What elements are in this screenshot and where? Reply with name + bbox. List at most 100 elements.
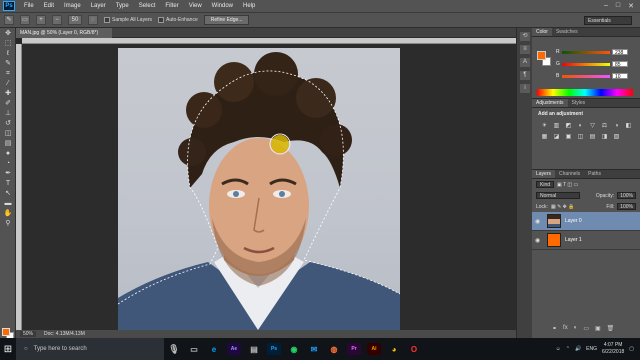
lasso-tool-icon[interactable]: ℓ — [2, 49, 14, 58]
gradient-map-icon[interactable]: ▧ — [612, 133, 621, 141]
whatsapp-icon[interactable]: ◉ — [287, 343, 301, 355]
brightness-contrast-icon[interactable]: ☀ — [540, 122, 549, 130]
quick-selection-tool-icon[interactable]: ✎ — [2, 59, 14, 68]
minimize-button[interactable]: – — [604, 2, 608, 10]
color-balance-icon[interactable]: ◑ — [612, 122, 621, 130]
edge-icon[interactable]: e — [207, 343, 221, 355]
tab-styles[interactable]: Styles — [568, 99, 590, 107]
menu-window[interactable]: Window — [207, 3, 238, 9]
properties-icon[interactable]: ≡ — [520, 45, 530, 54]
black-white-icon[interactable]: ◧ — [624, 122, 633, 130]
windows-start-icon[interactable]: ⊞ — [0, 338, 16, 360]
refine-edge-button[interactable]: Refine Edge... — [203, 15, 250, 25]
language-indicator[interactable]: ENG — [586, 346, 597, 352]
type-tool-icon[interactable]: T — [2, 179, 14, 188]
layer-name[interactable]: Layer 1 — [565, 237, 582, 243]
document-size[interactable]: Doc: 4.13M/4.13M — [44, 331, 85, 337]
menu-type[interactable]: Type — [111, 3, 134, 9]
color-panel-foreground-swatch[interactable] — [537, 51, 546, 60]
tab-layers[interactable]: Layers — [532, 170, 556, 178]
hue-saturation-icon[interactable]: ⚖ — [600, 122, 609, 130]
dodge-tool-icon[interactable]: ◔ — [2, 159, 14, 168]
opera-icon[interactable]: O — [407, 343, 421, 355]
photo-filter-icon[interactable]: ▦ — [540, 133, 549, 141]
after-effects-taskbar-icon[interactable]: Ae — [227, 343, 241, 355]
foreground-color-swatch[interactable] — [2, 328, 10, 336]
move-tool-icon[interactable]: ✥ — [2, 29, 14, 38]
menu-file[interactable]: File — [19, 3, 39, 9]
notifications-icon[interactable]: ▢ — [629, 346, 634, 352]
menu-view[interactable]: View — [184, 3, 207, 9]
menu-help[interactable]: Help — [238, 3, 260, 9]
messenger-icon[interactable]: ✉ — [307, 343, 321, 355]
lock-icons[interactable]: ▦ ✎ ✥ 🔒 — [551, 204, 575, 210]
red-value-input[interactable]: 238 — [612, 49, 628, 56]
history-icon[interactable]: ⟲ — [520, 32, 530, 41]
posterize-icon[interactable]: ▤ — [588, 133, 597, 141]
visibility-eye-icon[interactable]: ◉ — [535, 218, 543, 225]
tab-paths[interactable]: Paths — [584, 170, 605, 178]
green-value-input[interactable]: 85 — [612, 61, 628, 68]
adjustment-layer-icon[interactable]: ◐ — [574, 325, 578, 333]
marquee-tool-icon[interactable]: ⬚ — [2, 39, 14, 48]
auto-enhance-checkbox[interactable]: Auto-Enhance — [158, 17, 198, 23]
quick-selection-tool-icon[interactable]: ✎ — [4, 15, 14, 25]
menu-select[interactable]: Select — [134, 3, 161, 9]
illustrator-taskbar-icon[interactable]: Ai — [367, 343, 381, 355]
healing-brush-tool-icon[interactable]: ✚ — [2, 89, 14, 98]
photoshop-taskbar-icon[interactable]: Ps — [267, 343, 281, 355]
info-icon[interactable]: i — [520, 84, 530, 93]
document-tab[interactable]: MAN.jpg @ 50% (Layer 0, RGB/8*) — [16, 28, 112, 38]
task-view-icon[interactable]: ▭ — [187, 343, 201, 355]
menu-filter[interactable]: Filter — [160, 3, 183, 9]
link-layers-icon[interactable]: ⚭ — [552, 325, 557, 333]
channel-mixer-icon[interactable]: ◪ — [552, 133, 561, 141]
clock[interactable]: 4:07 PM 6/22/2018 — [602, 342, 624, 356]
add-to-selection-icon[interactable]: + — [36, 15, 46, 25]
history-brush-tool-icon[interactable]: ↺ — [2, 119, 14, 128]
blur-tool-icon[interactable]: ● — [2, 149, 14, 158]
new-group-icon[interactable]: ▭ — [583, 325, 589, 333]
green-slider[interactable] — [562, 62, 610, 66]
fill-input[interactable]: 100% — [617, 203, 636, 210]
shape-tool-icon[interactable]: ▬ — [2, 199, 14, 208]
color-lookup-icon[interactable]: ▣ — [564, 133, 573, 141]
threshold-icon[interactable]: ◨ — [600, 133, 609, 141]
clone-stamp-tool-icon[interactable]: ⊥ — [2, 109, 14, 118]
maximize-button[interactable]: □ — [616, 2, 620, 10]
new-layer-icon[interactable]: ▣ — [595, 325, 601, 333]
character-icon[interactable]: A — [520, 58, 530, 67]
firefox-icon[interactable]: ◍ — [327, 343, 341, 355]
path-selection-tool-icon[interactable]: ↖ — [2, 189, 14, 198]
invert-icon[interactable]: ◫ — [576, 133, 585, 141]
tab-channels[interactable]: Channels — [555, 170, 584, 178]
pen-tool-icon[interactable]: ✒ — [2, 169, 14, 178]
hand-tool-icon[interactable]: ✋ — [2, 209, 14, 218]
taskbar-search[interactable]: ○ Type here to search — [16, 338, 164, 360]
microphone-icon[interactable]: 🎙 — [167, 343, 181, 355]
brush-size-picker[interactable]: 50 — [68, 15, 82, 25]
visibility-eye-icon[interactable]: ◉ — [535, 237, 543, 244]
exposure-icon[interactable]: ◐ — [576, 122, 585, 130]
tab-adjustments[interactable]: Adjustments — [532, 99, 568, 107]
chrome-icon[interactable]: ◕ — [387, 343, 401, 355]
document-canvas-image[interactable] — [118, 48, 400, 330]
zoom-level[interactable]: 50% — [20, 331, 37, 337]
zoom-tool-icon[interactable]: ⚲ — [2, 219, 14, 228]
tab-swatches[interactable]: Swatches — [552, 28, 582, 36]
sample-all-layers-checkbox[interactable]: Sample All Layers — [104, 17, 152, 23]
eraser-tool-icon[interactable]: ◫ — [2, 129, 14, 138]
brush-settings-icon[interactable]: ◌ — [88, 15, 98, 25]
curves-icon[interactable]: ◩ — [564, 122, 573, 130]
menu-layer[interactable]: Layer — [86, 3, 111, 9]
layer-name[interactable]: Layer 0 — [565, 218, 582, 224]
new-selection-icon[interactable]: ▭ — [20, 15, 30, 25]
subtract-from-selection-icon[interactable]: − — [52, 15, 62, 25]
workspace-select[interactable]: Essentials — [584, 15, 632, 25]
premiere-taskbar-icon[interactable]: Pr — [347, 343, 361, 355]
brush-tool-icon[interactable]: ✐ — [2, 99, 14, 108]
folder-icon[interactable]: ▤ — [247, 343, 261, 355]
layer-row-layer-0[interactable]: ◉ Layer 0 — [532, 212, 640, 231]
layer-style-icon[interactable]: fx — [563, 325, 568, 333]
blue-value-input[interactable]: 10 — [612, 73, 628, 80]
